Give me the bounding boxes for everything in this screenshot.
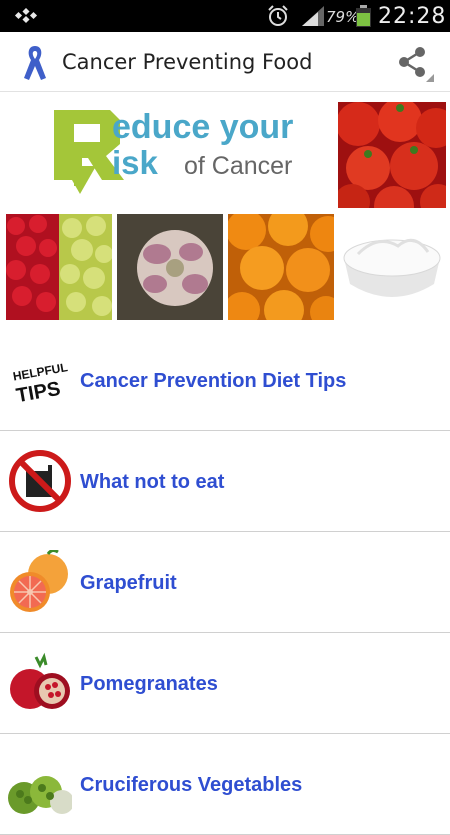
list-item[interactable]: Grapefruit <box>0 532 450 633</box>
battery-icon <box>356 5 371 27</box>
share-icon[interactable] <box>396 44 436 84</box>
no-eating-sign-icon <box>9 450 71 512</box>
signal-icon <box>302 6 324 26</box>
list-item[interactable]: HELPFUL TIPS Cancer Prevention Diet Tips <box>0 330 450 431</box>
awareness-ribbon-icon[interactable] <box>20 42 50 82</box>
banner: educe your isk of Cancer <box>0 96 450 324</box>
list-item-label: Cancer Prevention Diet Tips <box>80 370 347 392</box>
grapefruit-icon <box>10 550 68 612</box>
list-item-label: Pomegranates <box>80 673 218 695</box>
list-item[interactable]: Cruciferous Vegetables <box>0 734 450 835</box>
list-item[interactable]: What not to eat <box>0 431 450 532</box>
cruciferous-vegetables-icon <box>8 776 72 814</box>
notification-icon <box>14 8 38 24</box>
list-item[interactable]: Pomegranates <box>0 633 450 734</box>
pomegranate-icon <box>10 652 70 709</box>
logo-text-of-cancer: of Cancer <box>184 152 293 180</box>
action-bar: Cancer Preventing Food <box>0 32 450 92</box>
yogurt-image <box>338 214 446 320</box>
logo-text-risk: isk <box>112 144 158 181</box>
logo-text-reduce: educe your <box>112 108 294 146</box>
oranges-image <box>228 214 334 320</box>
list-item-label: Cruciferous Vegetables <box>80 774 303 796</box>
helpful-tips-icon: HELPFUL TIPS <box>8 357 71 407</box>
food-list: HELPFUL TIPS Cancer Prevention Diet Tips… <box>0 330 450 835</box>
app-title: Cancer Preventing Food <box>62 50 313 74</box>
status-bar: 79% 22:28 <box>0 0 450 32</box>
battery-percent: 79% <box>326 8 360 26</box>
list-item-label: What not to eat <box>80 471 225 493</box>
garlic-image <box>117 214 223 320</box>
clock: 22:28 <box>378 4 447 29</box>
list-item-label: Grapefruit <box>80 572 177 594</box>
alarm-icon <box>268 5 288 26</box>
strawberries-grapes-image <box>6 214 112 320</box>
tomatoes-image <box>338 102 446 208</box>
